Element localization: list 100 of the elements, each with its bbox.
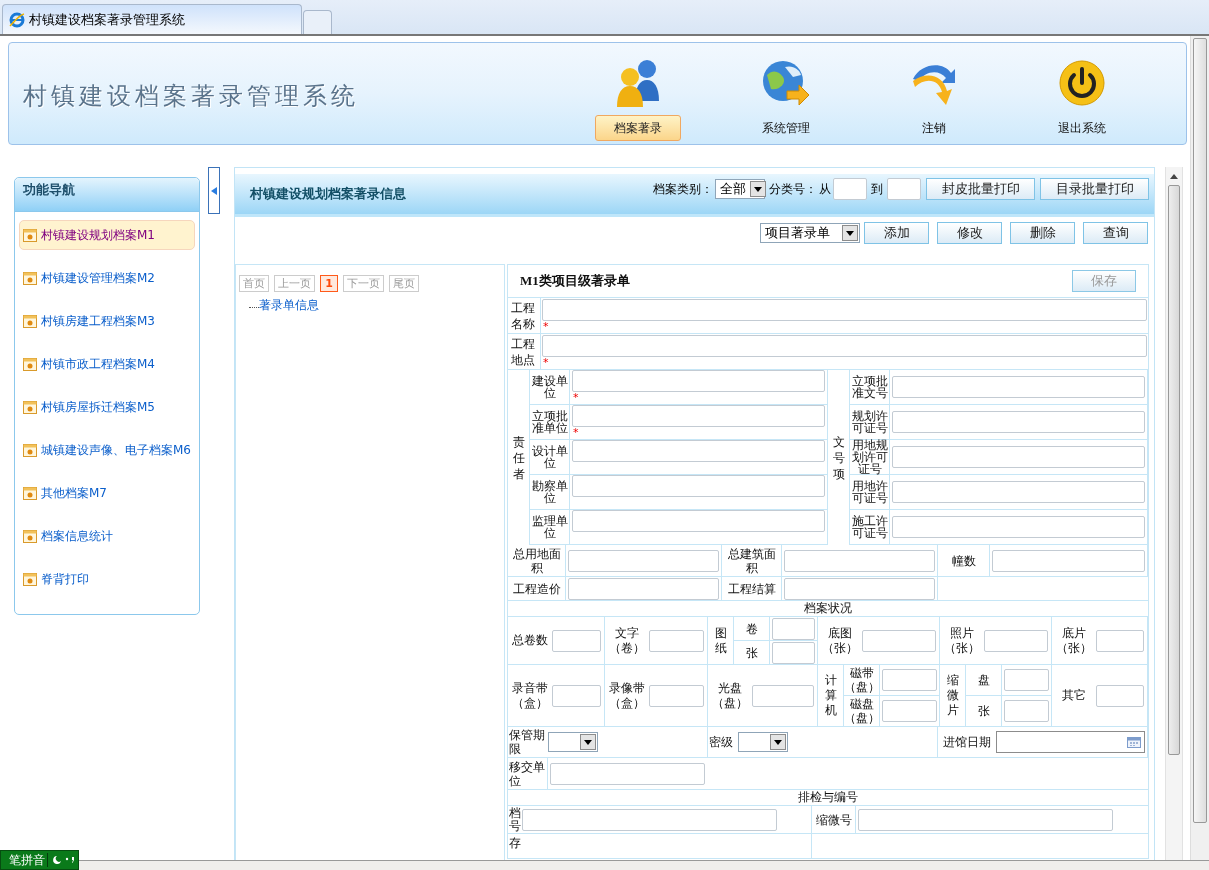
collapse-button[interactable] xyxy=(208,167,220,214)
text-field[interactable] xyxy=(568,549,719,572)
text-field[interactable] xyxy=(1004,669,1049,691)
scrollbar[interactable] xyxy=(1165,167,1183,860)
text-field[interactable] xyxy=(1004,700,1049,722)
button[interactable]: 修改 xyxy=(937,222,1002,244)
field-label: 文字（卷） xyxy=(608,625,646,656)
ime-toolbar[interactable]: 笔拼音 xyxy=(0,850,79,870)
nav-item[interactable]: 村镇房建工程档案M3 xyxy=(19,306,195,336)
text-field[interactable] xyxy=(568,577,719,600)
field-label: 建设单位 xyxy=(530,375,569,399)
text-field[interactable] xyxy=(772,641,815,664)
tree-item[interactable]: 著录单信息 xyxy=(259,296,319,314)
text-field[interactable] xyxy=(784,549,935,572)
nav-item[interactable]: 脊背打印 xyxy=(19,564,195,594)
text-field[interactable] xyxy=(542,298,1147,321)
text-field[interactable] xyxy=(542,334,1147,357)
text-field[interactable] xyxy=(858,808,1113,831)
text-field[interactable] xyxy=(892,376,1145,398)
collapse-arrow-icon xyxy=(211,186,217,195)
text-field[interactable] xyxy=(752,684,814,707)
section-title: 排检与编号 xyxy=(798,790,858,805)
field-label: 移交单位 xyxy=(508,759,546,788)
required-mark: * xyxy=(543,356,550,369)
field-label: 用地许可证号 xyxy=(850,480,889,504)
button[interactable]: 目录批量打印 xyxy=(1040,178,1149,200)
field-label: 从 xyxy=(819,181,831,198)
text-field[interactable] xyxy=(550,762,705,785)
nav-item[interactable]: 城镇建设声像、电子档案M6 xyxy=(19,435,195,465)
scrollbar[interactable] xyxy=(1190,36,1209,860)
text-field[interactable] xyxy=(572,475,825,497)
nav-item[interactable]: 村镇建设规划档案M1 xyxy=(19,220,195,250)
folder-icon xyxy=(23,271,37,285)
nav-item[interactable]: 其他档案M7 xyxy=(19,478,195,508)
field-label: 立项批准文号 xyxy=(850,375,889,399)
text-field[interactable] xyxy=(892,516,1145,538)
field-label: 立项批准单位 xyxy=(530,410,569,434)
dropdown[interactable] xyxy=(548,732,598,752)
nav-tab[interactable]: 档案著录 xyxy=(595,115,681,141)
text-field[interactable] xyxy=(892,446,1145,468)
button[interactable]: 查询 xyxy=(1083,222,1148,244)
text-field[interactable] xyxy=(892,481,1145,503)
field-label: 图纸 xyxy=(714,625,727,656)
button[interactable]: 封皮批量打印 xyxy=(926,178,1035,200)
dropdown[interactable]: 项目著录单 xyxy=(760,223,860,243)
text-field[interactable] xyxy=(784,577,935,600)
text-field[interactable] xyxy=(882,669,937,691)
field-label: 分类号： xyxy=(769,181,817,198)
text-field[interactable] xyxy=(649,629,704,652)
nav-item[interactable]: 村镇房屋拆迁档案M5 xyxy=(19,392,195,422)
dropdown[interactable]: 全部 xyxy=(715,179,765,199)
text-field[interactable] xyxy=(572,405,825,427)
text-field[interactable] xyxy=(887,178,921,200)
text-field[interactable] xyxy=(649,684,704,707)
nav-item[interactable]: 村镇市政工程档案M4 xyxy=(19,349,195,379)
text-field[interactable] xyxy=(572,440,825,462)
field-label: 规划许可证号 xyxy=(850,410,889,434)
browser-tab[interactable]: 村镇建设档案著录管理系统 xyxy=(2,4,302,34)
field-label: 进馆日期 xyxy=(942,735,992,749)
field-label: 勘察单位 xyxy=(530,480,569,504)
nav-tab[interactable]: 注销 xyxy=(891,115,977,141)
required-mark: * xyxy=(543,320,550,333)
text-field[interactable] xyxy=(1096,684,1144,707)
section-title: 档案状况 xyxy=(804,601,852,616)
nav-tab[interactable]: 系统管理 xyxy=(743,115,829,141)
group-label: 责任者 xyxy=(512,433,525,482)
nav-tab[interactable]: 退出系统 xyxy=(1039,115,1125,141)
field-label: 录像带（盒） xyxy=(608,680,646,711)
text-field[interactable] xyxy=(552,684,601,707)
text-field[interactable] xyxy=(572,510,825,532)
date-field[interactable] xyxy=(996,731,1145,753)
text-field[interactable] xyxy=(522,808,777,831)
system-title: 村镇建设档案著录管理系统 xyxy=(23,80,359,112)
button[interactable]: 删除 xyxy=(1010,222,1075,244)
field-label: 张 xyxy=(966,696,1002,726)
dropdown[interactable] xyxy=(738,732,788,752)
text-field[interactable] xyxy=(552,629,601,652)
text-field[interactable] xyxy=(992,549,1145,572)
field-label: 档号 xyxy=(509,806,521,833)
field-label: 总卷数 xyxy=(511,633,549,648)
text-field[interactable] xyxy=(772,617,815,640)
text-field[interactable] xyxy=(572,370,825,392)
text-field[interactable] xyxy=(1096,629,1144,652)
folder-icon xyxy=(23,400,37,414)
nav-item[interactable]: 村镇建设管理档案M2 xyxy=(19,263,195,293)
text-field[interactable] xyxy=(833,178,867,200)
field-label: 用地规划许可证号 xyxy=(850,439,889,475)
field-label: 磁带（盘） xyxy=(844,665,880,695)
new-tab-button[interactable] xyxy=(303,10,332,34)
field-label: 卷 xyxy=(734,617,770,640)
field-label: 工程造价 xyxy=(512,581,561,596)
nav-item[interactable]: 档案信息统计 xyxy=(19,521,195,551)
text-field[interactable] xyxy=(862,629,936,652)
text-field[interactable] xyxy=(892,411,1145,433)
text-field[interactable] xyxy=(984,629,1048,652)
folder-icon xyxy=(23,529,37,543)
field-label: 光盘（盘） xyxy=(711,680,749,711)
text-field[interactable] xyxy=(882,700,937,722)
field-label: 照片（张） xyxy=(943,625,981,656)
button[interactable]: 添加 xyxy=(864,222,929,244)
